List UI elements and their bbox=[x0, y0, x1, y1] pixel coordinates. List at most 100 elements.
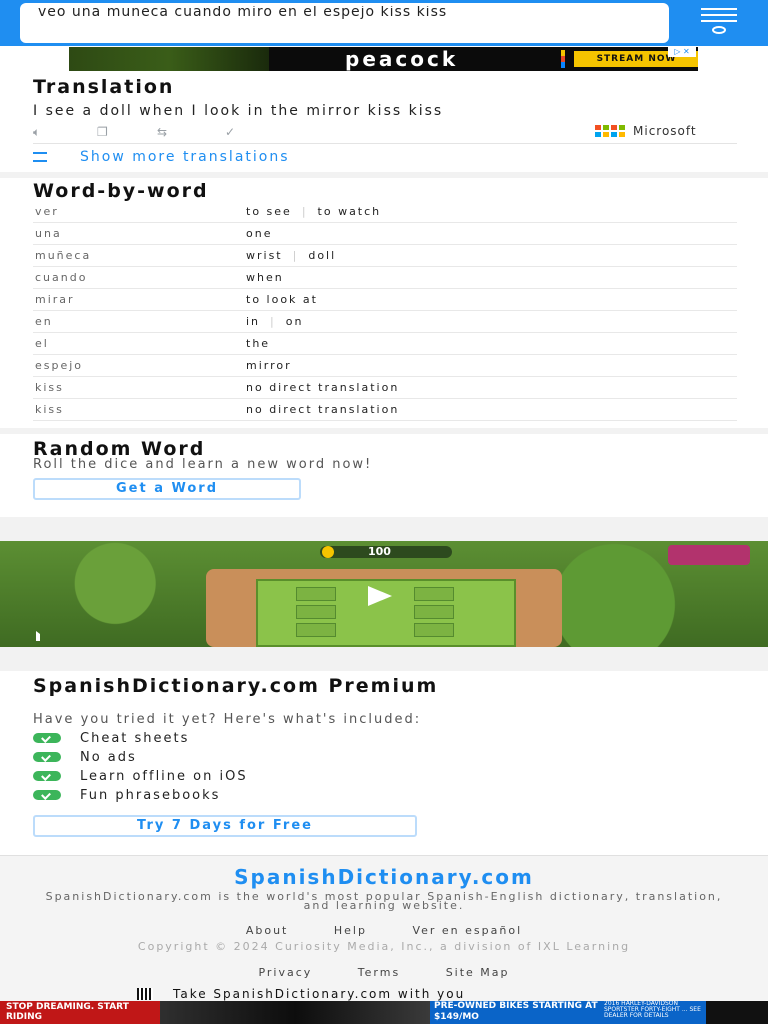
footer-links-primary: About Help Ver en español bbox=[0, 924, 768, 937]
word-by-word-title: Word-by-word bbox=[33, 180, 209, 202]
translation-tools: 🔈︎ ❐ ⇆ ✓ bbox=[33, 125, 273, 139]
spanish-word[interactable]: espejo bbox=[35, 359, 83, 372]
microsoft-logo-icon bbox=[595, 132, 601, 137]
speaker-icon[interactable]: 🔈︎ bbox=[33, 125, 40, 139]
ad-fine-print: 2016 HARLEY-DAVIDSON SPORTSTER FORTY-EIG… bbox=[604, 1001, 701, 1019]
game-tile bbox=[296, 605, 336, 619]
section-gap bbox=[0, 647, 768, 671]
ad-headline: STOP DREAMING. START RIDING bbox=[0, 1001, 160, 1024]
english-word[interactable]: to watch bbox=[318, 205, 382, 218]
checkmark-icon bbox=[33, 752, 61, 762]
footer-link-sitemap[interactable]: Site Map bbox=[446, 966, 510, 979]
show-more-label: Show more translations bbox=[80, 149, 290, 165]
english-word[interactable]: no direct translation bbox=[246, 403, 399, 416]
word-row[interactable]: el the bbox=[33, 333, 737, 355]
microsoft-logo-icon bbox=[611, 132, 617, 137]
english-word[interactable]: in bbox=[246, 315, 260, 328]
spanish-word[interactable]: muñeca bbox=[35, 249, 91, 262]
english-word[interactable]: when bbox=[246, 271, 284, 284]
spanish-word[interactable]: ver bbox=[35, 205, 59, 218]
ad-offer: PRE-OWNED BIKES STARTING AT $149/MO bbox=[434, 1001, 598, 1022]
ad-image bbox=[160, 1001, 430, 1024]
premium-feature-label: Learn offline on iOS bbox=[80, 769, 248, 784]
english-translations: when bbox=[246, 271, 284, 284]
section-gap bbox=[0, 517, 768, 541]
microsoft-logo-icon bbox=[603, 125, 609, 130]
ad-close-button[interactable] bbox=[706, 1001, 768, 1024]
premium-feature-label: Cheat sheets bbox=[80, 731, 190, 746]
game-tile bbox=[414, 587, 454, 601]
word-row[interactable]: una one bbox=[33, 223, 737, 245]
footer-link-help[interactable]: Help bbox=[334, 924, 367, 937]
video-ad[interactable]: 100 bbox=[0, 541, 768, 647]
ad-choices-icon[interactable]: ▷ ✕ bbox=[668, 47, 696, 57]
footer-link-terms[interactable]: Terms bbox=[358, 966, 400, 979]
spanish-word[interactable]: kiss bbox=[35, 381, 64, 394]
spanish-word[interactable]: una bbox=[35, 227, 62, 240]
random-word-subtitle: Roll the dice and learn a new word now! bbox=[33, 457, 373, 472]
word-row[interactable]: kiss no direct translation bbox=[33, 377, 737, 399]
word-row[interactable]: mirar to look at bbox=[33, 289, 737, 311]
footer-link-about[interactable]: About bbox=[246, 924, 289, 937]
word-row[interactable]: ver to see | to watch bbox=[33, 201, 737, 223]
footer-link-privacy[interactable]: Privacy bbox=[258, 966, 312, 979]
footer-logo[interactable]: SpanishDictionary.com bbox=[0, 865, 768, 889]
english-word[interactable]: one bbox=[246, 227, 272, 240]
search-input[interactable]: veo una muneca cuando miro en el espejo … bbox=[20, 3, 669, 43]
check-icon[interactable]: ✓ bbox=[225, 125, 235, 139]
game-score: 100 bbox=[320, 546, 452, 558]
english-translations: no direct translation bbox=[246, 381, 399, 394]
get-a-word-button[interactable]: Get a Word bbox=[33, 478, 301, 500]
word-row[interactable]: en in | on bbox=[33, 311, 737, 333]
ad-image bbox=[69, 47, 269, 71]
english-translations: no direct translation bbox=[246, 403, 399, 416]
word-row[interactable]: muñeca wrist | doll bbox=[33, 245, 737, 267]
spanish-word[interactable]: en bbox=[35, 315, 53, 328]
bottom-banner-ad[interactable]: STOP DREAMING. START RIDING PRE-OWNED BI… bbox=[0, 1001, 768, 1024]
spanish-word[interactable]: mirar bbox=[35, 293, 75, 306]
checkmark-icon bbox=[33, 790, 61, 800]
spanish-word[interactable]: el bbox=[35, 337, 49, 350]
separator: | bbox=[292, 249, 299, 262]
hamburger-bar bbox=[701, 8, 737, 10]
ad-brand: peacock bbox=[345, 47, 459, 71]
english-translations: the bbox=[246, 337, 270, 350]
footer: SpanishDictionary.com SpanishDictionary.… bbox=[0, 855, 768, 1001]
premium-title: SpanishDictionary.com Premium bbox=[33, 675, 439, 697]
english-word[interactable]: no direct translation bbox=[246, 381, 399, 394]
english-word[interactable]: on bbox=[286, 315, 304, 328]
word-row[interactable]: espejo mirror bbox=[33, 355, 737, 377]
spanish-word[interactable]: kiss bbox=[35, 403, 64, 416]
english-word[interactable]: to see bbox=[246, 205, 292, 218]
english-word[interactable]: the bbox=[246, 337, 270, 350]
english-translations: to look at bbox=[246, 293, 318, 306]
menu-button[interactable] bbox=[698, 6, 740, 36]
spanish-word[interactable]: cuando bbox=[35, 271, 87, 284]
microsoft-logo-icon bbox=[619, 132, 625, 137]
app-cta-label: Take SpanishDictionary.com with you bbox=[173, 987, 466, 1001]
premium-feature-label: No ads bbox=[80, 750, 137, 765]
english-word[interactable]: wrist bbox=[246, 249, 283, 262]
copy-icon[interactable]: ❐ bbox=[97, 125, 108, 139]
footer-description: SpanishDictionary.com is the world's mos… bbox=[45, 890, 723, 912]
hamburger-bar bbox=[701, 20, 737, 22]
english-word[interactable]: doll bbox=[308, 249, 336, 262]
list-icon bbox=[33, 152, 47, 162]
english-word[interactable]: mirror bbox=[246, 359, 292, 372]
separator: | bbox=[270, 315, 276, 328]
top-banner-ad[interactable]: peacock STREAM NOW ▷ ✕ bbox=[69, 47, 698, 71]
play-icon[interactable] bbox=[368, 586, 392, 606]
ad-brand-dots bbox=[561, 50, 565, 68]
free-trial-button[interactable]: Try 7 Days for Free bbox=[33, 815, 417, 837]
footer-link-spanish[interactable]: Ver en español bbox=[412, 924, 522, 937]
swap-icon[interactable]: ⇆ bbox=[157, 125, 167, 139]
premium-subtitle: Have you tried it yet? Here's what's inc… bbox=[33, 712, 422, 727]
query-textarea[interactable]: veo una muneca cuando miro en el espejo … bbox=[38, 6, 651, 40]
translation-text: I see a doll when I look in the mirror k… bbox=[33, 103, 444, 119]
word-row[interactable]: cuando when bbox=[33, 267, 737, 289]
word-row[interactable]: kiss no direct translation bbox=[33, 399, 737, 421]
mute-icon[interactable] bbox=[36, 631, 48, 641]
english-word[interactable]: to look at bbox=[246, 293, 318, 306]
checkmark-icon bbox=[33, 771, 61, 781]
english-translations: mirror bbox=[246, 359, 292, 372]
